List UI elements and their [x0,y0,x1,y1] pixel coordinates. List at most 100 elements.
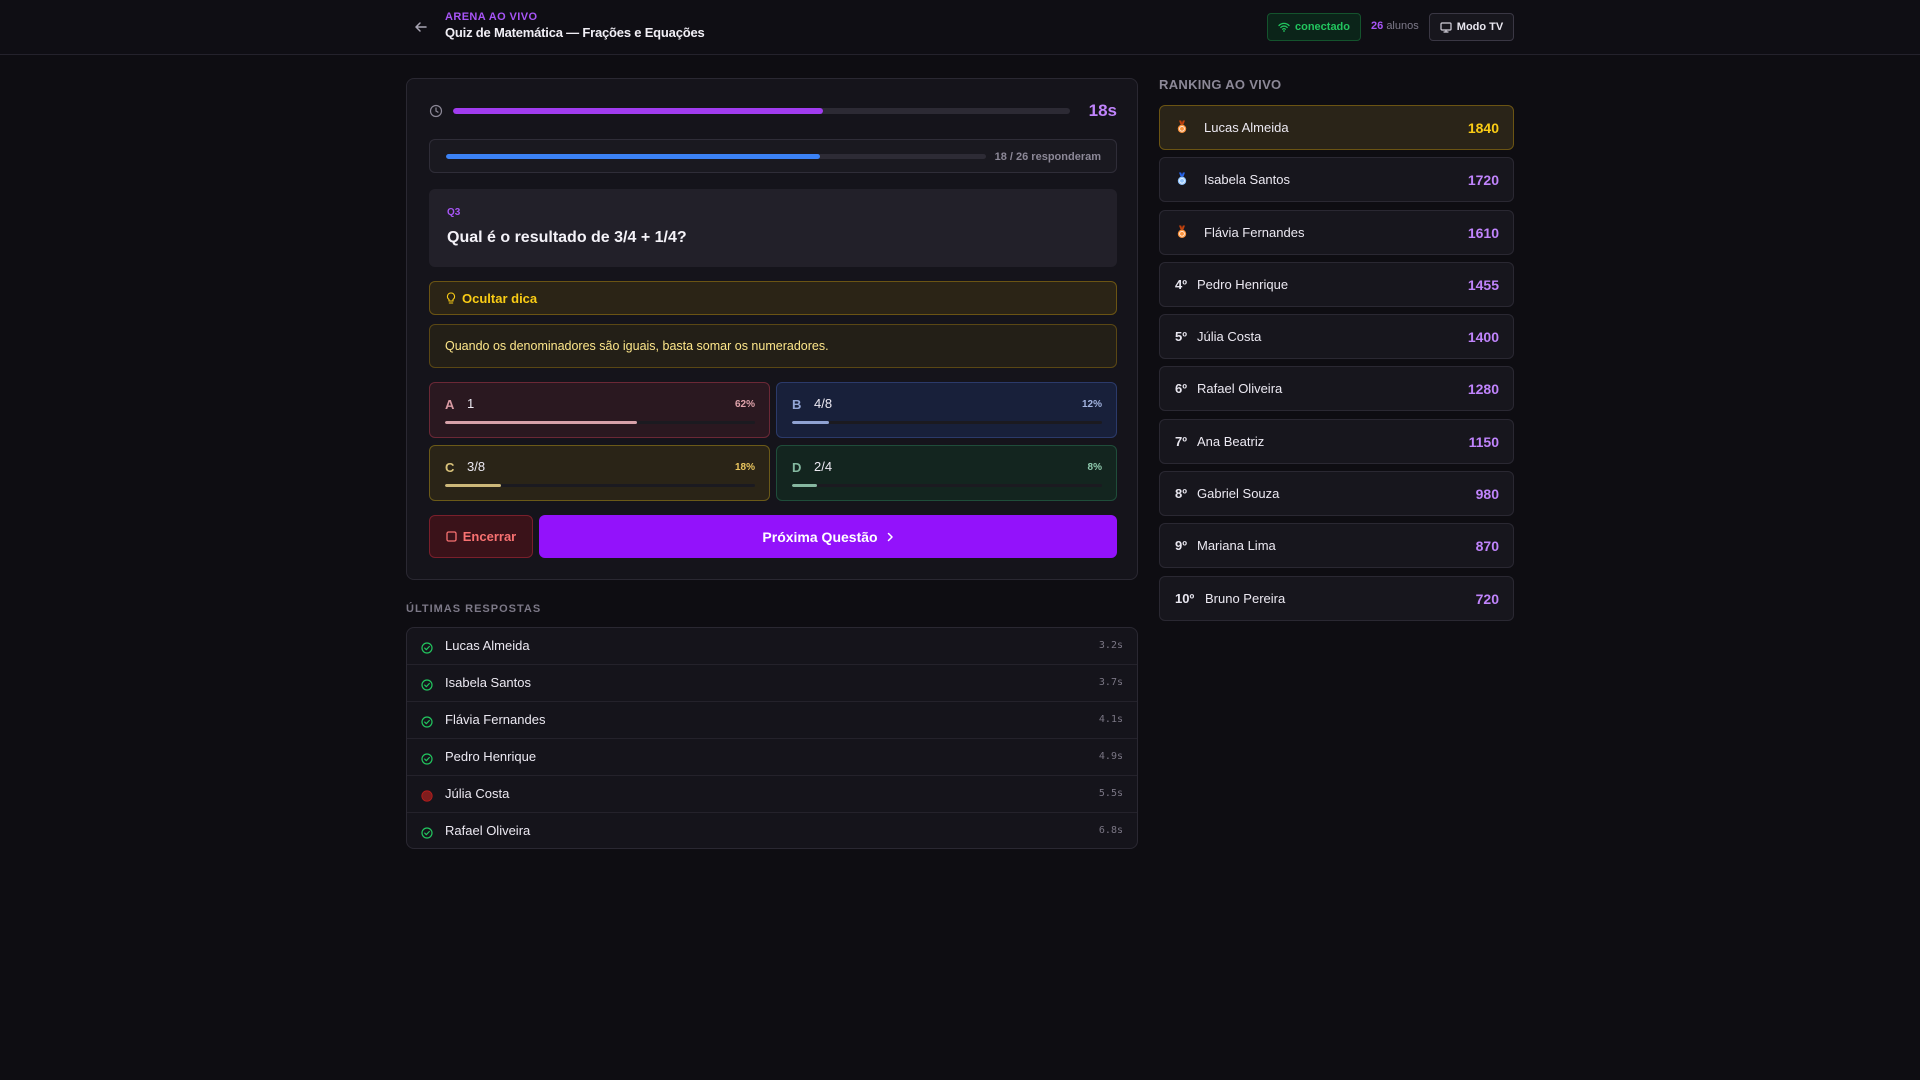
ranking-row: 6º Rafael Oliveira 1280 [1159,366,1514,412]
students-count: 26 alunos [1371,20,1419,32]
next-question-button[interactable]: Próxima Questão [539,515,1117,558]
ranking-row: 9º Mariana Lima 870 [1159,523,1514,569]
quiz-title: Quiz de Matemática — Frações e Equações [445,25,705,40]
ranking-row: 10º Bruno Pereira 720 [1159,575,1514,621]
recent-answer-time: 3.7s [1098,677,1123,688]
option-text: 1 [467,396,475,411]
ranking-name: Lucas Almeida [1204,120,1289,135]
recent-answer-name: Flávia Fernandes [445,712,546,727]
recent-answers-list: Lucas Almeida 3.2s Isabela Santos 3.7s Flávi… [406,627,1138,849]
title-block: ARENA AO VIVO Quiz de Matemática — Fraçõ… [445,11,705,40]
option-percent: 12% [1081,399,1102,410]
recent-answer-row: Flávia Fernandes 4.1s [407,702,1137,739]
ranking-position: 10º [1175,590,1195,606]
lightbulb-icon [446,291,456,304]
arrow-left-icon [415,22,427,32]
option-bar-fill [792,421,830,424]
option-letter: C [445,460,455,475]
option-text: 3/8 [467,459,486,474]
option-letter: B [792,397,802,412]
option-bar-track [445,421,755,424]
ranking-score: 1150 [1468,433,1499,450]
ranking-score: 1610 [1467,224,1499,241]
ranking-name: Isabela Santos [1204,172,1291,188]
ranking-score: 1720 [1467,172,1499,189]
wifi-icon [1278,22,1290,32]
recent-answer-name: Rafael Oliveira [445,823,531,838]
tv-mode-label: Modo TV [1456,21,1504,33]
timer-value: 18s [1088,101,1117,120]
back-button[interactable] [410,16,432,38]
end-quiz-label: Encerrar [462,529,517,544]
students-label: alunos [1386,20,1419,32]
recent-answer-name: Isabela Santos [445,675,532,690]
option-percent: 18% [734,462,755,473]
question-text: Qual é o resultado de 3/4 + 1/4? [447,229,687,246]
gold-medal-icon [1176,120,1188,139]
wrong-answer-icon [421,789,433,807]
ranking-position: 6º [1175,381,1187,397]
question-card: 18s 18 / 26 responderam Q3 Qual é o resu… [406,78,1138,580]
ranking-row: Isabela Santos 1720 [1159,157,1514,203]
hint-text: Quando os denominadores são iguais, bast… [445,339,829,353]
ranking-position: 7º [1175,433,1187,449]
recent-answer-name: Júlia Costa [445,786,510,801]
option-letter: A [445,397,455,412]
recent-answer-row: Rafael Oliveira 6.8s [407,813,1137,848]
recent-answer-row: Lucas Almeida 3.2s [407,628,1137,665]
silver-medal-icon [1176,172,1188,191]
ranking-name: Gabriel Souza [1197,486,1280,502]
question-box: Q3 Qual é o resultado de 3/4 + 1/4? [429,189,1117,267]
ranking-score: 870 [1475,538,1499,555]
ranking-name: Júlia Costa [1197,329,1262,345]
timer-progress-track [453,108,1070,114]
ranking-name: Bruno Pereira [1205,590,1286,606]
ranking-row: 5º Júlia Costa 1400 [1159,314,1514,360]
recent-answer-time: 3.2s [1098,640,1123,651]
option-b[interactable]: B 4/8 12% [776,382,1117,438]
ranking-row: 4º Pedro Henrique 1455 [1159,261,1514,307]
arena-eyebrow: ARENA AO VIVO [445,11,538,23]
recent-answer-time: 4.9s [1098,751,1123,762]
ranking-score: 980 [1475,486,1499,503]
option-c[interactable]: C 3/8 18% [429,445,770,501]
question-number: Q3 [447,207,461,218]
responses-progress-track [446,154,986,159]
check-circle-icon [421,826,433,844]
hide-hint-button[interactable]: Ocultar dica [429,281,1117,315]
ranking-position: 4º [1175,276,1187,292]
responses-label: 18 / 26 responderam [994,151,1101,163]
connection-status-badge: conectado [1267,13,1361,41]
recent-answer-row: Isabela Santos 3.7s [407,665,1137,702]
check-circle-icon [421,678,433,696]
top-bar: ARENA AO VIVO Quiz de Matemática — Fraçõ… [0,0,1920,55]
hint-text-box: Quando os denominadores são iguais, bast… [429,324,1117,368]
ranking-name: Ana Beatriz [1197,433,1265,449]
responses-progress-fill [446,154,820,159]
connection-label: conectado [1294,21,1350,33]
ranking-score: 1400 [1467,329,1499,346]
chevron-right-icon [887,532,893,541]
option-bar-fill [445,421,638,424]
option-text: 4/8 [814,396,833,411]
end-quiz-button[interactable]: Encerrar [429,515,533,558]
check-circle-icon [421,641,433,659]
option-a[interactable]: A 1 62% [429,382,770,438]
recent-answer-name: Pedro Henrique [445,749,537,764]
option-percent: 62% [734,399,755,410]
timer-progress-fill [453,108,824,114]
check-circle-icon [421,715,433,733]
bronze-medal-icon [1176,225,1188,244]
check-circle-icon [421,752,433,770]
ranking-position: 9º [1175,538,1187,554]
tv-mode-button[interactable]: Modo TV [1429,13,1514,41]
students-number: 26 [1371,20,1384,32]
recent-answers-title: ÚLTIMAS RESPOSTAS [406,603,542,615]
stop-square-icon [446,531,457,542]
ranking-score: 1455 [1467,276,1499,293]
option-bar-track [445,484,755,487]
ranking-list: Lucas Almeida 1840 Isabela Santos 1720 Flávi… [1159,105,1514,628]
option-bar-fill [792,484,817,487]
ranking-row: Flávia Fernandes 1610 [1159,209,1514,255]
option-d[interactable]: D 2/4 8% [776,445,1117,501]
